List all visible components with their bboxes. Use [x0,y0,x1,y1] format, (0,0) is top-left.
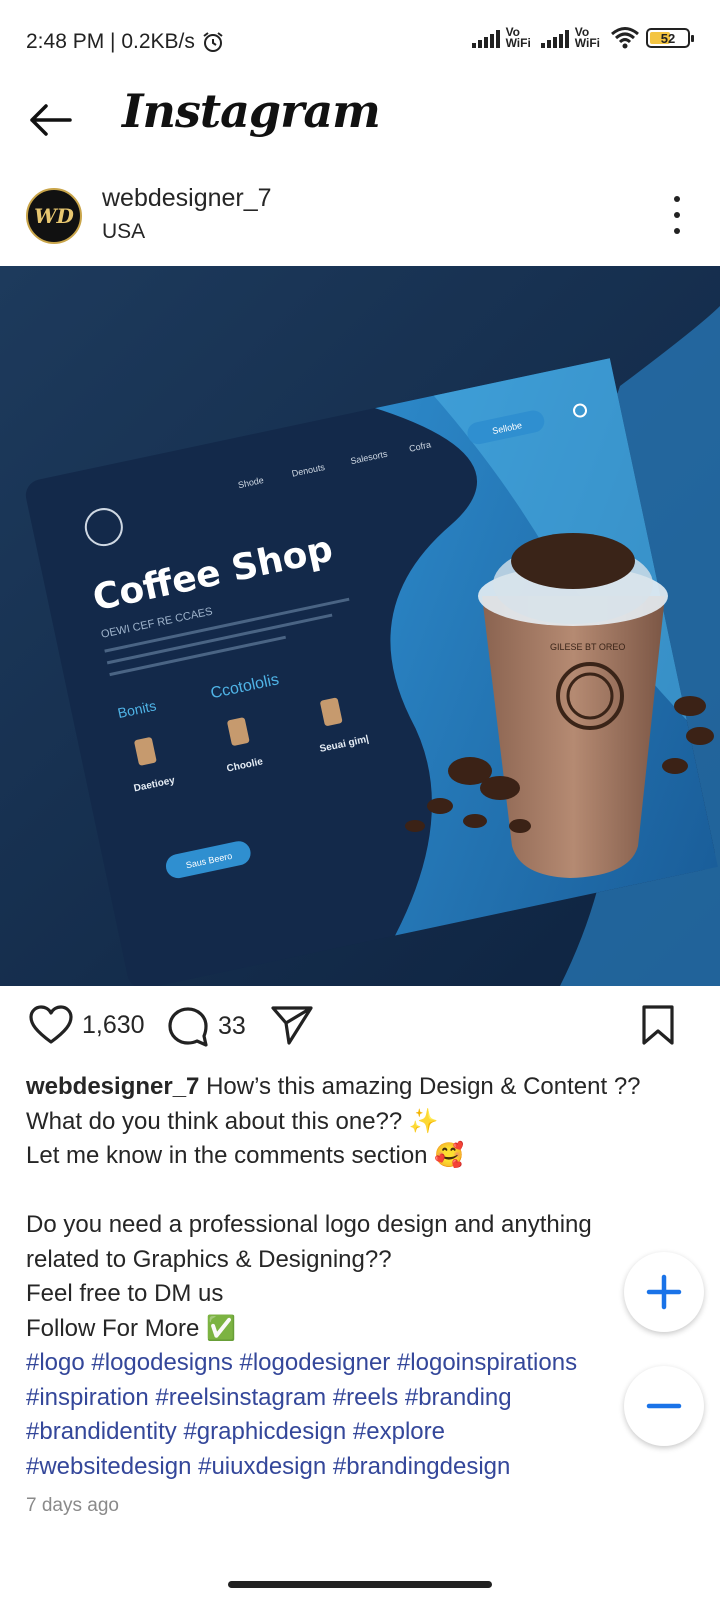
battery-icon: 52 [646,28,694,48]
post-username[interactable]: webdesigner_7 [102,184,272,213]
more-options-icon[interactable] [672,196,682,234]
home-indicator[interactable] [228,1581,492,1588]
post-timestamp: 7 days ago [26,1495,119,1516]
like-count: 1,630 [82,1010,145,1039]
status-bar: 2:48 PM | 0.2KB/s Vo WiFi Vo WiFi 52 [0,0,720,86]
send-icon[interactable] [270,1004,314,1046]
caption-line-5: related to Graphics & Designing?? [26,1245,392,1273]
caption-line-2: What do you think about this one?? ✨ [26,1107,439,1135]
zoom-in-button[interactable] [624,1252,704,1332]
like-button[interactable]: 1,630 [28,1004,145,1046]
status-icons: Vo WiFi Vo WiFi 52 [471,25,694,50]
caption-username[interactable]: webdesigner_7 [26,1073,199,1100]
post-caption: webdesigner_7 How’s this amazing Design … [26,1070,696,1484]
avatar-monogram-icon: WD [34,204,74,228]
caption-line-6: Feel free to DM us [26,1280,224,1307]
signal-icon-2 [540,28,569,48]
caption-text-1: How’s this amazing Design & Content ?? [199,1073,641,1100]
wifi-icon [611,27,639,49]
status-time: 2:48 PM | 0.2KB/s [26,30,225,54]
comment-button[interactable]: 33 [166,1004,246,1048]
caption-hashtags-4[interactable]: #websitedesign #uiuxdesign #brandingdesi… [26,1450,696,1485]
signal-icon [471,28,500,48]
instagram-logo: Instagram [122,84,381,138]
status-time-text: 2:48 PM | 0.2KB/s [26,30,195,53]
caption-line-3: Let me know in the comments section 🥰 [26,1142,465,1169]
caption-line-1: webdesigner_7 How’s this amazing Design … [26,1070,696,1105]
caption-line-7: Follow For More ✅ [26,1314,236,1342]
post-image[interactable]: Shode Denouts Salesorts Cofra Sellobe Co… [0,266,720,986]
bookmark-icon[interactable] [640,1004,676,1046]
vowifi-label-2: Vo WiFi [574,25,600,50]
action-bar: 1,630 33 [0,1004,720,1062]
caption-line-4: Do you need a professional logo design a… [26,1211,592,1238]
zoom-out-button[interactable] [624,1366,704,1446]
coffee-shop-mockup-image: Shode Denouts Salesorts Cofra Sellobe Co… [0,266,720,986]
vowifi-label-1: Vo WiFi [505,25,531,50]
plus-icon [646,1274,682,1310]
alarm-icon [203,32,223,52]
comment-icon [168,1007,208,1047]
battery-level: 52 [660,30,676,46]
back-arrow-icon[interactable] [26,98,74,142]
post-location[interactable]: USA [102,220,145,244]
heart-icon [29,1005,73,1044]
caption-hashtags-2[interactable]: #inspiration #reelsinstagram #reels #bra… [26,1381,696,1416]
caption-hashtags-3[interactable]: #brandidentity #graphicdesign #explore [26,1415,696,1450]
image-cup-label: GILESE BT OREO [550,642,625,652]
minus-icon [646,1403,682,1409]
app-header: Instagram [0,80,720,160]
caption-hashtags-1[interactable]: #logo #logodesigns #logodesigner #logoin… [26,1346,696,1381]
post-header: WD webdesigner_7 USA [0,178,720,254]
comment-count: 33 [218,1011,246,1040]
avatar[interactable]: WD [26,188,82,244]
